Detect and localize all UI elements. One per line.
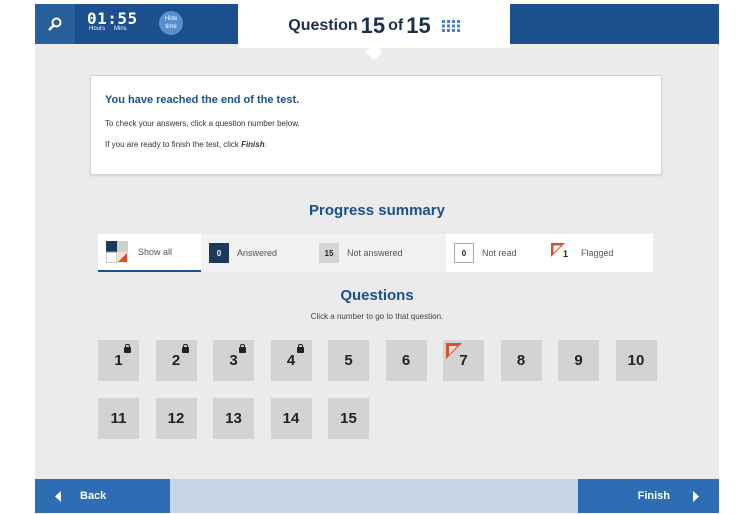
finish-instruction-text: If you are ready to finish the test, cli… [105, 140, 242, 149]
back-button[interactable]: Back [35, 479, 170, 513]
filter-not-answered[interactable]: 15 Not answered [311, 234, 446, 272]
question-button-13[interactable]: 13 [213, 398, 254, 439]
question-number: 11 [110, 410, 127, 427]
question-number: 4 [286, 352, 296, 369]
flagged-count-badge: 1 [551, 243, 573, 263]
not-read-label: Not read [482, 248, 517, 258]
question-indicator: Question 15 of 15 [238, 4, 510, 48]
zoom-button[interactable] [35, 4, 75, 44]
question-number: 14 [282, 410, 300, 427]
current-question-number: 15 [360, 13, 386, 38]
question-number: 13 [225, 410, 242, 427]
timer: 01:55 Hours Mins [87, 9, 138, 32]
question-button-5[interactable]: 5 [328, 340, 369, 381]
progress-summary-title: Progress summary [309, 202, 445, 219]
end-of-test-message: You have reached the end of the test. To… [90, 75, 662, 175]
filter-flagged[interactable]: 1 Flagged [543, 234, 653, 272]
question-number: 2 [171, 352, 181, 369]
question-number: 10 [627, 352, 645, 369]
not-read-count: 0 [454, 243, 474, 263]
lock-icon [239, 344, 246, 353]
progress-filters: Show all 0 Answered 15 Not answered 0 No… [98, 234, 653, 272]
message-line-finish: If you are ready to finish the test, cli… [105, 140, 647, 149]
question-button-3[interactable]: 3 [213, 340, 254, 381]
not-answered-label: Not answered [347, 248, 403, 258]
answered-label: Answered [237, 248, 278, 258]
magnifier-icon [48, 17, 62, 31]
question-word: Question [288, 17, 358, 34]
finish-emphasis: Finish [241, 140, 265, 149]
chevron-left-icon [55, 490, 61, 502]
chevron-right-icon [693, 490, 699, 502]
question-button-8[interactable]: 8 [500, 340, 542, 381]
lock-icon [124, 344, 131, 353]
message-title: You have reached the end of the test. [105, 94, 300, 106]
test-window: 01:55 Hours Mins Hide time Question 15 o… [35, 4, 719, 513]
finish-label: Finish [637, 490, 670, 502]
questions-hint: Click a number to go to that question. [310, 312, 444, 321]
show-all-label: Show all [138, 247, 173, 257]
question-number: 1 [114, 352, 123, 369]
of-word: of [388, 17, 404, 34]
question-button-12[interactable]: 12 [155, 398, 197, 439]
question-button-11[interactable]: 11 [98, 398, 139, 439]
question-button-1[interactable]: 1 [98, 340, 139, 381]
not-answered-count: 15 [319, 243, 339, 263]
question-button-6[interactable]: 6 [385, 340, 427, 381]
question-number: 5 [344, 352, 353, 369]
hours-label: Hours [89, 26, 106, 32]
question-button-10[interactable]: 10 [615, 340, 657, 381]
question-number: 6 [401, 352, 411, 369]
flagged-count: 1 [563, 249, 569, 259]
question-number: 15 [340, 410, 357, 427]
finish-button[interactable]: Finish [578, 479, 719, 513]
mins-label: Mins [114, 26, 127, 32]
message-line-check: To check your answers, click a question … [105, 119, 300, 128]
question-number: 9 [574, 352, 583, 369]
question-button-4[interactable]: 4 [270, 340, 312, 381]
back-label: Back [80, 490, 107, 502]
finish-instruction-period: . [264, 140, 267, 149]
flag-icon [446, 343, 462, 359]
lock-icon [296, 344, 304, 353]
questions-title: Questions [340, 287, 414, 304]
question-button-7[interactable]: 7 [443, 340, 484, 381]
flagged-label: Flagged [581, 248, 614, 258]
question-grid-icon[interactable] [441, 20, 460, 32]
filter-show-all[interactable]: Show all [98, 234, 201, 272]
question-number: 3 [229, 352, 238, 369]
filter-answered[interactable]: 0 Answered [201, 234, 311, 272]
answered-count: 0 [209, 243, 229, 263]
question-number: 12 [167, 410, 185, 427]
filter-not-read[interactable]: 0 Not read [446, 234, 543, 272]
question-button-2[interactable]: 2 [155, 340, 197, 381]
show-all-icon [106, 241, 128, 263]
question-button-9[interactable]: 9 [558, 340, 599, 381]
bottom-bar: Back Finish [35, 479, 719, 513]
lock-icon [181, 344, 189, 353]
total-questions: 15 [406, 13, 431, 38]
question-number: 8 [516, 352, 526, 369]
question-button-15[interactable]: 15 [328, 398, 369, 439]
hide-time-button[interactable]: Hide time [159, 11, 183, 35]
question-button-14[interactable]: 14 [270, 398, 312, 439]
